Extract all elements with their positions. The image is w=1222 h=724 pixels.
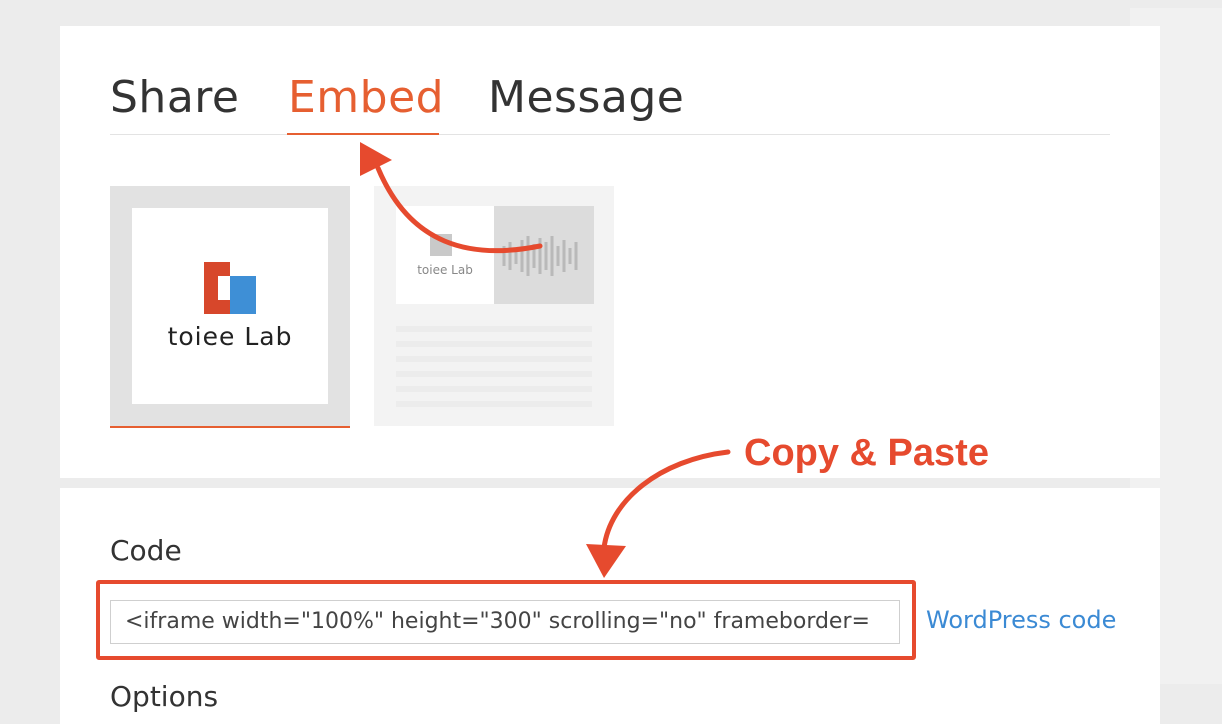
logo-text: toiee Lab [167, 322, 293, 351]
tab-share[interactable]: Share [110, 70, 239, 126]
waveform-area [494, 206, 594, 304]
code-label: Code [110, 534, 182, 567]
thumbnail-wide-player[interactable]: toiee Lab [374, 186, 614, 426]
embed-panel: Share Embed Message toiee Lab toiee Lab [60, 26, 1160, 478]
toiee-logo-small-icon [430, 234, 452, 256]
tab-bar: Share Embed Message [110, 66, 1110, 135]
tab-embed[interactable]: Embed [288, 70, 444, 126]
code-highlight-box [96, 580, 916, 660]
waveform-icon [502, 236, 578, 276]
active-tab-indicator [287, 133, 439, 135]
thumbnail-square-player[interactable]: toiee Lab [110, 186, 350, 428]
toiee-logo-icon [204, 262, 256, 314]
options-label: Options [110, 680, 219, 713]
logo-text-small: toiee Lab [417, 263, 473, 277]
wide-player-card: toiee Lab [396, 206, 494, 304]
wordpress-code-link[interactable]: WordPress code [926, 606, 1116, 634]
square-player-card: toiee Lab [132, 208, 328, 404]
copy-paste-annotation: Copy & Paste [744, 432, 989, 474]
tab-message[interactable]: Message [488, 70, 684, 126]
placeholder-lines [396, 326, 592, 416]
